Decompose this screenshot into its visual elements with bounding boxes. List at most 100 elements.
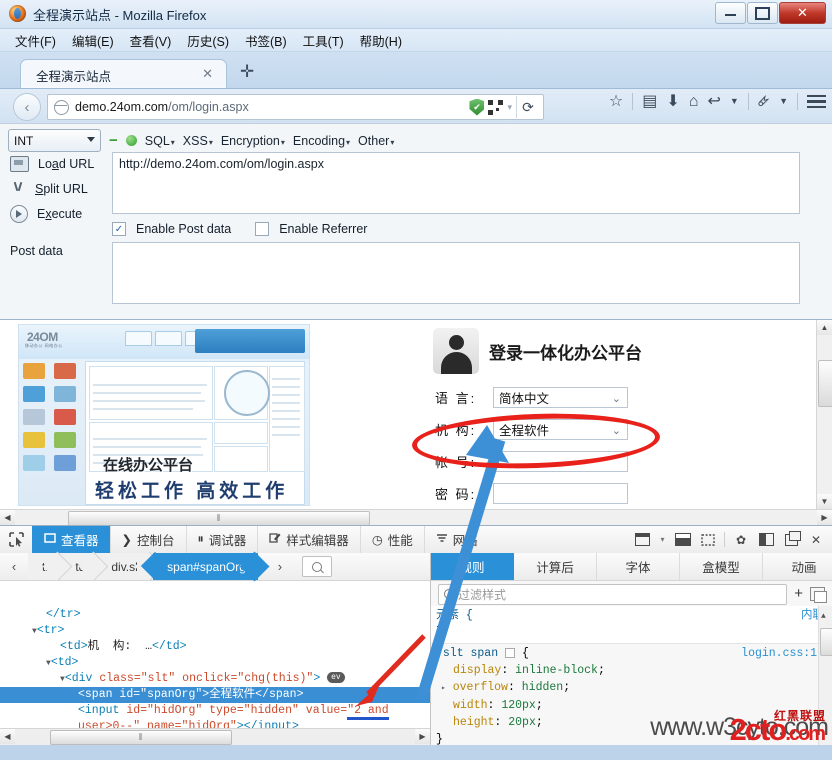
css-scroll-thumb[interactable] — [820, 628, 832, 656]
css-vertical-scrollbar[interactable]: ▲ — [818, 606, 832, 745]
hackbar-menu-encryption[interactable]: Encryption▾ — [221, 134, 285, 148]
hackbar-post-data-input[interactable] — [112, 242, 800, 304]
organization-select[interactable]: 全程软件 ⌄ — [493, 418, 628, 440]
tab-debugger[interactable]: ⏸ 调试器 — [185, 526, 258, 553]
back-button[interactable]: ‹ — [13, 93, 41, 121]
add-rule-button[interactable]: + — [794, 586, 803, 601]
search-icon[interactable] — [301, 556, 332, 577]
noscript-shield-icon[interactable]: ✔ — [469, 98, 485, 116]
breadcrumb-back-icon[interactable]: ‹ — [0, 559, 28, 574]
markup-line[interactable]: <td>机 构: …</td> — [0, 639, 430, 655]
split-console-icon[interactable] — [674, 531, 692, 549]
caret-down-icon-2[interactable]: ▼ — [779, 97, 788, 106]
address-bar[interactable]: demo.24om.com/om/login.aspx ✔ ▾ ⟳ — [47, 94, 544, 120]
page-vertical-scrollbar[interactable]: ▲ ▼ — [816, 320, 832, 525]
home-icon[interactable]: ⌂ — [689, 93, 699, 110]
scroll-right-button[interactable]: ▶ — [817, 510, 832, 525]
markup-horizontal-scrollbar[interactable]: ◀ ⦀ ▶ — [0, 728, 430, 745]
breadcrumb-forward-icon[interactable]: › — [266, 559, 294, 574]
event-badge[interactable]: ev — [327, 672, 345, 684]
menu-item-tools[interactable]: 工具(T) — [296, 29, 351, 52]
browser-tab[interactable]: 全程演示站点 ✕ — [20, 59, 227, 89]
markup-scroll-right[interactable]: ▶ — [415, 729, 430, 744]
tab-animations[interactable]: 动画 — [763, 553, 832, 580]
reader-icon[interactable]: ▤ — [642, 93, 657, 110]
breadcrumb-item-tr[interactable]: tr — [28, 553, 62, 580]
chevron-down-icon[interactable]: ▾ — [507, 102, 512, 113]
markup-line[interactable]: ▼<div class="slt" onclick="chg(this)"> e… — [0, 671, 430, 687]
tab-close-icon[interactable]: ✕ — [202, 66, 213, 82]
tab-computed[interactable]: 计算后 — [514, 553, 597, 580]
selector-highlight-icon[interactable] — [505, 647, 516, 658]
menu-item-file[interactable]: 文件(F) — [8, 29, 63, 52]
tab-style-editor[interactable]: 样式编辑器 — [257, 526, 360, 553]
hackbar-menu-other[interactable]: Other▾ — [358, 134, 394, 148]
scroll-left-button[interactable]: ◀ — [0, 510, 15, 525]
scroll-down-button[interactable]: ▼ — [817, 494, 832, 509]
menu-item-view[interactable]: 查看(V) — [123, 29, 179, 52]
menu-item-bookmarks[interactable]: 书签(B) — [238, 29, 294, 52]
maximize-button[interactable] — [747, 2, 778, 24]
tab-rules[interactable]: 规则 — [431, 553, 514, 580]
reload-icon[interactable]: ⟳ — [516, 96, 539, 118]
vertical-scroll-thumb[interactable] — [818, 360, 832, 407]
minus-icon[interactable]: − — [109, 133, 118, 148]
dock-window-icon[interactable] — [782, 530, 801, 549]
markup-line-selected[interactable]: <span id="spanOrg">全程软件</span> — [0, 687, 430, 703]
plus-icon[interactable] — [125, 135, 137, 146]
enable-post-data-checkbox[interactable]: ✓ — [112, 222, 126, 236]
tab-inspector[interactable]: 查看器 — [32, 526, 110, 553]
menu-item-history[interactable]: 历史(S) — [180, 29, 236, 52]
tab-network[interactable]: 网络 — [423, 526, 489, 553]
dock-side-icon[interactable] — [757, 531, 775, 549]
caret-down-icon[interactable]: ▼ — [730, 97, 739, 106]
markup-line[interactable]: </tr> — [0, 607, 430, 623]
account-input[interactable] — [493, 450, 628, 472]
tab-console[interactable]: ❯ 控制台 — [109, 526, 186, 553]
hackbar-mode-select[interactable]: INT — [8, 129, 101, 152]
breadcrumb-item-span-spanorg[interactable]: span#spanOrg — [153, 553, 258, 580]
qr-code-icon[interactable] — [488, 99, 504, 115]
markup-scroll-thumb[interactable]: ⦀ — [50, 730, 232, 745]
css-declaration[interactable]: height: 20px; — [431, 714, 832, 731]
fly-icon[interactable]: 🜸 — [758, 95, 770, 108]
tab-fonts[interactable]: 字体 — [597, 553, 680, 580]
markup-line[interactable]: ▼<tr> — [0, 623, 430, 639]
new-tab-icon[interactable]: ✛ — [240, 63, 254, 80]
undo-icon[interactable]: ↩ — [707, 93, 720, 110]
element-picker-icon[interactable] — [0, 526, 32, 553]
minimize-button[interactable] — [715, 2, 746, 24]
page-horizontal-scrollbar[interactable]: ◀ ⦀ ▶ — [0, 509, 832, 525]
css-origin-file[interactable]: login.css:16 — [741, 645, 824, 662]
close-button[interactable]: ✕ — [779, 2, 826, 24]
menu-item-help[interactable]: 帮助(H) — [353, 29, 409, 52]
scroll-up-button[interactable]: ▲ — [817, 320, 832, 335]
css-declaration[interactable]: display: inline-block; — [431, 662, 832, 679]
css-declaration[interactable]: ▸ overflow: hidden; — [431, 679, 832, 697]
tab-box-model[interactable]: 盒模型 — [680, 553, 763, 580]
language-select[interactable]: 简体中文 ⌄ — [493, 386, 628, 408]
star-icon[interactable]: ☆ — [609, 93, 623, 110]
css-selector[interactable]: 元素 { — [431, 607, 832, 624]
settings-icon[interactable]: ✿ — [732, 531, 750, 549]
enable-referrer-checkbox[interactable] — [255, 222, 270, 236]
tab-performance[interactable]: ◷ 性能 — [359, 526, 424, 553]
password-input[interactable] — [493, 482, 628, 504]
screenshot-icon[interactable] — [699, 531, 717, 549]
css-declaration[interactable]: width: 120px; — [431, 697, 832, 714]
chevron-down-icon[interactable]: ▾ — [658, 531, 667, 549]
split-url-button[interactable]: Split URL — [0, 176, 108, 201]
menu-item-edit[interactable]: 编辑(E) — [65, 29, 121, 52]
markup-line[interactable]: <input id="hidOrg" type="hidden" value="… — [0, 703, 430, 720]
close-icon[interactable]: ✕ — [807, 531, 825, 549]
hackbar-menu-sql[interactable]: SQL▾ — [145, 134, 175, 148]
hackbar-menu-encoding[interactable]: Encoding▾ — [293, 134, 350, 148]
markup-line[interactable]: ▼<td> — [0, 655, 430, 671]
load-url-button[interactable]: Load URL — [0, 151, 108, 176]
css-scroll-up[interactable]: ▲ — [821, 608, 826, 625]
filter-styles-input[interactable]: 过滤样式 — [438, 583, 788, 605]
copy-icon[interactable] — [810, 587, 827, 603]
horizontal-scroll-thumb[interactable]: ⦀ — [68, 511, 370, 525]
markup-scroll-left[interactable]: ◀ — [0, 729, 15, 744]
markup-view[interactable]: </tr> ▼<tr> <td>机 构: …</td> ▼<td> ▼<div … — [0, 607, 430, 729]
